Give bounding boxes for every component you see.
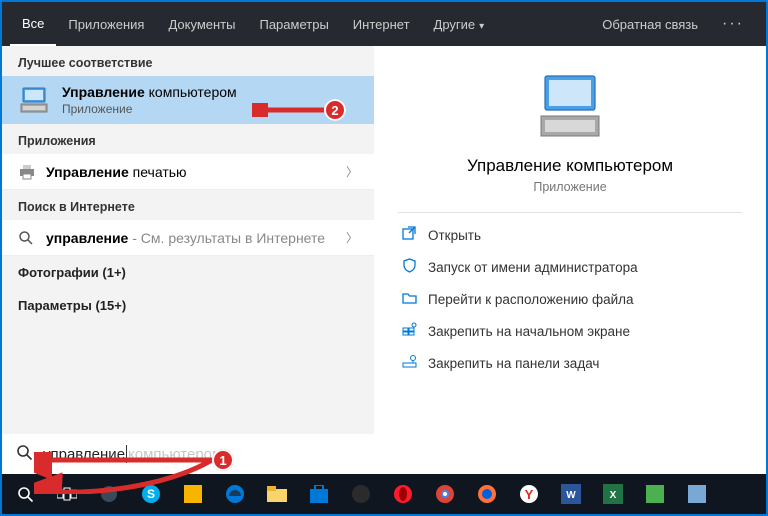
preview-panel: Управление компьютером Приложение Открыт… <box>374 46 766 434</box>
divider <box>398 212 742 213</box>
chevron-right-icon: 〉 <box>346 229 358 246</box>
open-icon <box>402 226 428 244</box>
shield-icon <box>402 258 428 276</box>
category-params[interactable]: Параметры (15+) <box>2 289 374 322</box>
action-open[interactable]: Открыть <box>398 219 742 251</box>
taskbar-word-icon[interactable]: W <box>554 477 588 511</box>
svg-text:X: X <box>610 490 617 501</box>
action-open-location[interactable]: Перейти к расположению файла <box>398 283 742 315</box>
annotation-marker-2: 2 <box>324 99 346 121</box>
annotation-marker-1: 1 <box>212 449 234 471</box>
svg-text:Y: Y <box>525 487 534 502</box>
category-photos[interactable]: Фотографии (1+) <box>2 256 374 289</box>
tab-docs[interactable]: Документы <box>156 4 247 45</box>
tab-internet[interactable]: Интернет <box>341 4 422 45</box>
pin-taskbar-icon <box>402 354 428 372</box>
taskbar-store-icon[interactable] <box>302 477 336 511</box>
tab-all[interactable]: Все <box>10 3 56 46</box>
preview-app-icon <box>533 72 607 142</box>
pin-start-icon <box>402 322 428 340</box>
taskbar-app-15[interactable] <box>638 477 672 511</box>
taskbar-excel-icon[interactable]: X <box>596 477 630 511</box>
tab-other[interactable]: Другие <box>422 4 497 45</box>
section-apps: Приложения <box>2 124 374 154</box>
printer-icon <box>18 164 46 180</box>
more-button[interactable]: ··· <box>708 15 758 33</box>
annotation-arrow-2 <box>252 103 324 117</box>
search-tabs: Все Приложения Документы Параметры Интер… <box>2 2 766 46</box>
taskbar-yandex-icon[interactable]: Y <box>512 477 546 511</box>
app-result-print-management[interactable]: Управление печатью 〉 <box>2 154 374 190</box>
search-icon <box>18 230 46 246</box>
taskbar-opera-icon[interactable] <box>386 477 420 511</box>
svg-text:W: W <box>566 490 576 501</box>
annotation-arrow-1 <box>34 452 212 494</box>
tab-params[interactable]: Параметры <box>247 4 340 45</box>
section-best-match: Лучшее соответствие <box>2 46 374 76</box>
preview-subtitle: Приложение <box>533 180 606 194</box>
taskbar-firefox-icon[interactable] <box>470 477 504 511</box>
search-icon <box>16 444 33 465</box>
action-pin-start[interactable]: Закрепить на начальном экране <box>398 315 742 347</box>
tab-apps[interactable]: Приложения <box>56 4 156 45</box>
computer-management-icon <box>18 84 50 116</box>
taskbar-edge-icon[interactable] <box>218 477 252 511</box>
taskbar-app-16[interactable] <box>680 477 714 511</box>
taskbar-explorer-icon[interactable] <box>260 477 294 511</box>
section-web: Поиск в Интернете <box>2 190 374 220</box>
preview-title: Управление компьютером <box>467 156 673 176</box>
folder-icon <box>402 290 428 308</box>
web-result[interactable]: управление - См. результаты в Интернете … <box>2 220 374 256</box>
best-match-title: Управление компьютером <box>62 84 358 100</box>
chevron-right-icon: 〉 <box>346 163 358 180</box>
taskbar-app-7[interactable] <box>344 477 378 511</box>
action-pin-taskbar[interactable]: Закрепить на панели задач <box>398 347 742 379</box>
taskbar-chrome-icon[interactable] <box>428 477 462 511</box>
feedback-link[interactable]: Обратная связь <box>592 17 708 32</box>
action-run-as-admin[interactable]: Запуск от имени администратора <box>398 251 742 283</box>
